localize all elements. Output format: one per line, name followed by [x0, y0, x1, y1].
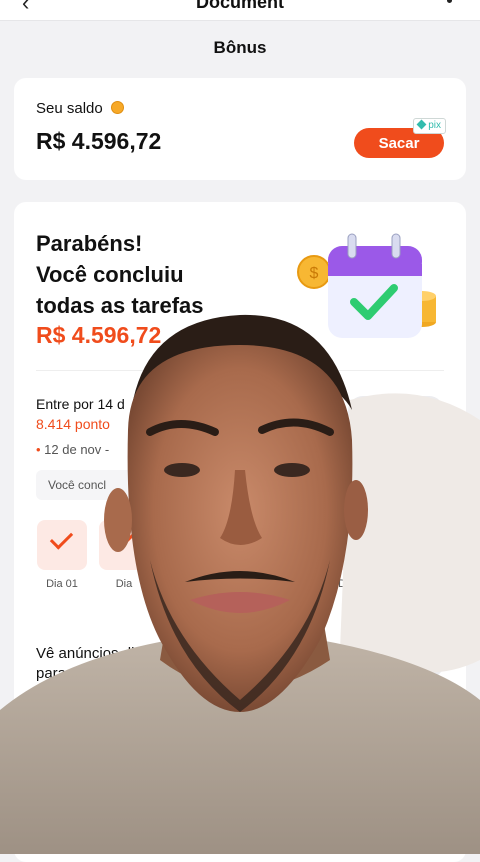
calendar-coins-icon: $ — [297, 233, 436, 338]
task-title: Entre por 14 d — [36, 396, 125, 412]
check-icon — [341, 526, 366, 550]
balance-value: R$ 4.596,72 — [36, 128, 162, 154]
day-checkbox — [329, 520, 379, 570]
ads-task-date-text: 30/ — [43, 690, 61, 704]
congrats-line-2: Você concluiu — [36, 262, 184, 287]
day-checkbox — [99, 520, 149, 570]
pix-label: pix — [428, 120, 441, 131]
balance-card: Seu saldo R$ 4.596,72 Sacar pix — [14, 78, 466, 180]
task-date: • 12 de nov - — [36, 442, 110, 457]
balance-label-row: Seu saldo — [36, 100, 124, 117]
ads-task-title-line-2: para ganhare — [36, 665, 126, 682]
coin-icon — [110, 101, 124, 114]
check-icon — [111, 526, 136, 550]
congrats-line-1: Parabéns! — [36, 231, 143, 256]
complete-ads-button[interactable]: Concluir — [348, 648, 444, 678]
ads-task-title: Vê anúncios di para ganhare — [36, 644, 134, 684]
balance-label: Seu saldo — [36, 100, 103, 117]
check-icon — [403, 526, 428, 550]
task-points: 8.414 ponto — [36, 416, 110, 432]
page-title: Bônus — [213, 38, 267, 57]
pix-badge: pix — [413, 118, 446, 134]
top-bar: ‹ Document — [0, 0, 480, 21]
day-checkbox — [391, 520, 441, 570]
day-label: Dia 01 — [46, 578, 78, 590]
day-item: Dia 01 — [36, 520, 88, 590]
day-item: Dia 05 — [328, 520, 380, 590]
divider — [36, 370, 444, 371]
day-checkbox — [37, 520, 87, 570]
day-item: Dia — [98, 520, 150, 590]
day-item: Dia 06 — [390, 520, 442, 590]
ads-task-date: • 30/ — [36, 690, 61, 704]
congrats-heading: Parabéns! Você concluiu todas as tarefas — [36, 228, 204, 321]
svg-text:$: $ — [310, 265, 319, 282]
reward-amount: R$ 4.596,72 — [36, 322, 162, 348]
day-label: Dia — [115, 578, 133, 590]
day-label: Dia 05 — [338, 578, 370, 590]
ads-task-title-line-1: Vê anúncios di — [36, 645, 135, 662]
task-date-text: 12 de nov - — [44, 442, 110, 457]
congrats-line-3: todas as tarefas — [36, 293, 204, 318]
document-title: Document — [195, 0, 284, 12]
day-label: Dia 06 — [400, 578, 432, 590]
check-icon — [49, 526, 74, 550]
completed-status: Você concl — [36, 470, 196, 500]
complete-task-button[interactable]: Concluir — [348, 396, 444, 426]
pix-icon — [416, 119, 427, 130]
rewards-card: Parabéns! Você concluiu todas as tarefas… — [14, 202, 466, 862]
